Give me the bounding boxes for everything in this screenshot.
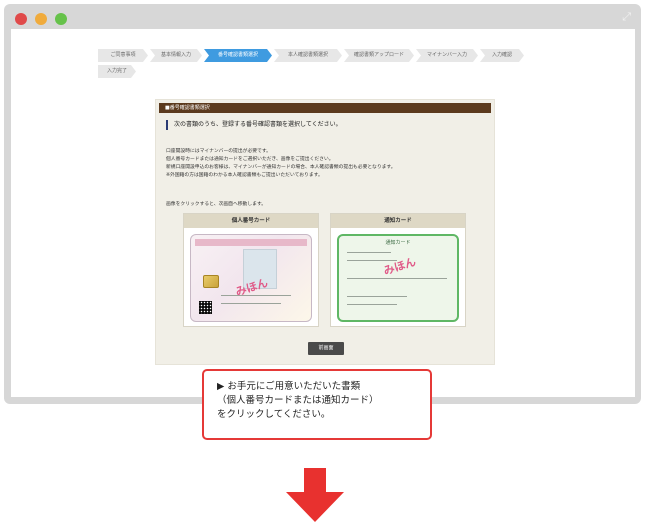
- minimize-window-button[interactable]: [35, 13, 47, 25]
- back-button[interactable]: 前画面: [308, 342, 344, 355]
- panel-header: ■番号確認書類選択: [159, 103, 491, 113]
- description-text: 口座開設時にはマイナンバーの提出が必要です。 個人番号カードまたは通知カードをご…: [166, 148, 396, 180]
- mynumber-card-title: 個人番号カード: [184, 214, 318, 228]
- text-line: [347, 304, 397, 305]
- notification-card-option[interactable]: 通知カード 通知カード みほん: [330, 213, 466, 327]
- maximize-window-button[interactable]: [55, 13, 67, 25]
- notification-card-image[interactable]: 通知カード みほん: [337, 234, 459, 322]
- text-line: [347, 296, 407, 297]
- document-select-panel: ■番号確認書類選択 次の書類のうち、登録する番号確認書類を選択してください。 口…: [155, 99, 495, 365]
- description-line: 新規口座開設申込のお客様は、マイナンバーが通知カードの場合、本人確認書類の提出も…: [166, 165, 396, 170]
- text-line: [221, 303, 281, 304]
- description-line: 個人番号カードまたは通知カードをご選択いただき、画像をご提出ください。: [166, 157, 334, 162]
- close-window-button[interactable]: [15, 13, 27, 25]
- text-line: [221, 295, 291, 296]
- step-complete: 入力完了: [98, 65, 136, 78]
- down-arrow-icon: [286, 468, 344, 522]
- text-line: [347, 252, 391, 253]
- notification-card-title: 通知カード: [331, 214, 465, 228]
- page-viewport: ご同意事項 基本情報入力 番号確認書類選択 本人確認書類選択 確認書類アップロー…: [11, 29, 635, 397]
- step-basic-info: 基本情報入力: [150, 49, 202, 62]
- click-note: 画像をクリックすると、次画面へ移動します。: [166, 202, 267, 207]
- qr-code-icon: [199, 301, 212, 314]
- expand-icon[interactable]: ⤢: [622, 10, 631, 24]
- description-line: 口座開設時にはマイナンバーの提出が必要です。: [166, 149, 271, 154]
- ic-chip-icon: [203, 275, 219, 288]
- step-doc-upload: 確認書類アップロード: [344, 49, 414, 62]
- sample-watermark: みほん: [381, 255, 418, 278]
- step-input-confirm: 入力確認: [480, 49, 524, 62]
- step-consent: ご同意事項: [98, 49, 148, 62]
- notification-card-header: 通知カード: [385, 240, 411, 246]
- step-mynumber-input: マイナンバー入力: [416, 49, 478, 62]
- browser-window: ⤢ ご同意事項 基本情報入力 番号確認書類選択 本人確認書類選択 確認書類アップ…: [4, 4, 641, 404]
- mynumber-card-image[interactable]: みほん: [190, 234, 312, 322]
- step-id-doc-select: 本人確認書類選択: [274, 49, 342, 62]
- instruction-callout: ▶ お手元にご用意いただいた書類 （個人番号カードまたは通知カード） をクリック…: [202, 369, 432, 440]
- step-number-doc-select: 番号確認書類選択: [204, 49, 272, 62]
- mynumber-card-option[interactable]: 個人番号カード みほん: [183, 213, 319, 327]
- instruction-text: 次の書類のうち、登録する番号確認書類を選択してください。: [166, 120, 342, 130]
- text-line: [347, 278, 447, 279]
- callout-line: をクリックしてください。: [217, 409, 331, 420]
- description-line: ※外国籍の方は国籍のわかる本人確認書類もご提出いただいております。: [166, 173, 323, 178]
- callout-line: ▶ お手元にご用意いただいた書類: [217, 381, 361, 392]
- card-stripe: [195, 239, 307, 246]
- callout-line: （個人番号カードまたは通知カード）: [217, 395, 379, 406]
